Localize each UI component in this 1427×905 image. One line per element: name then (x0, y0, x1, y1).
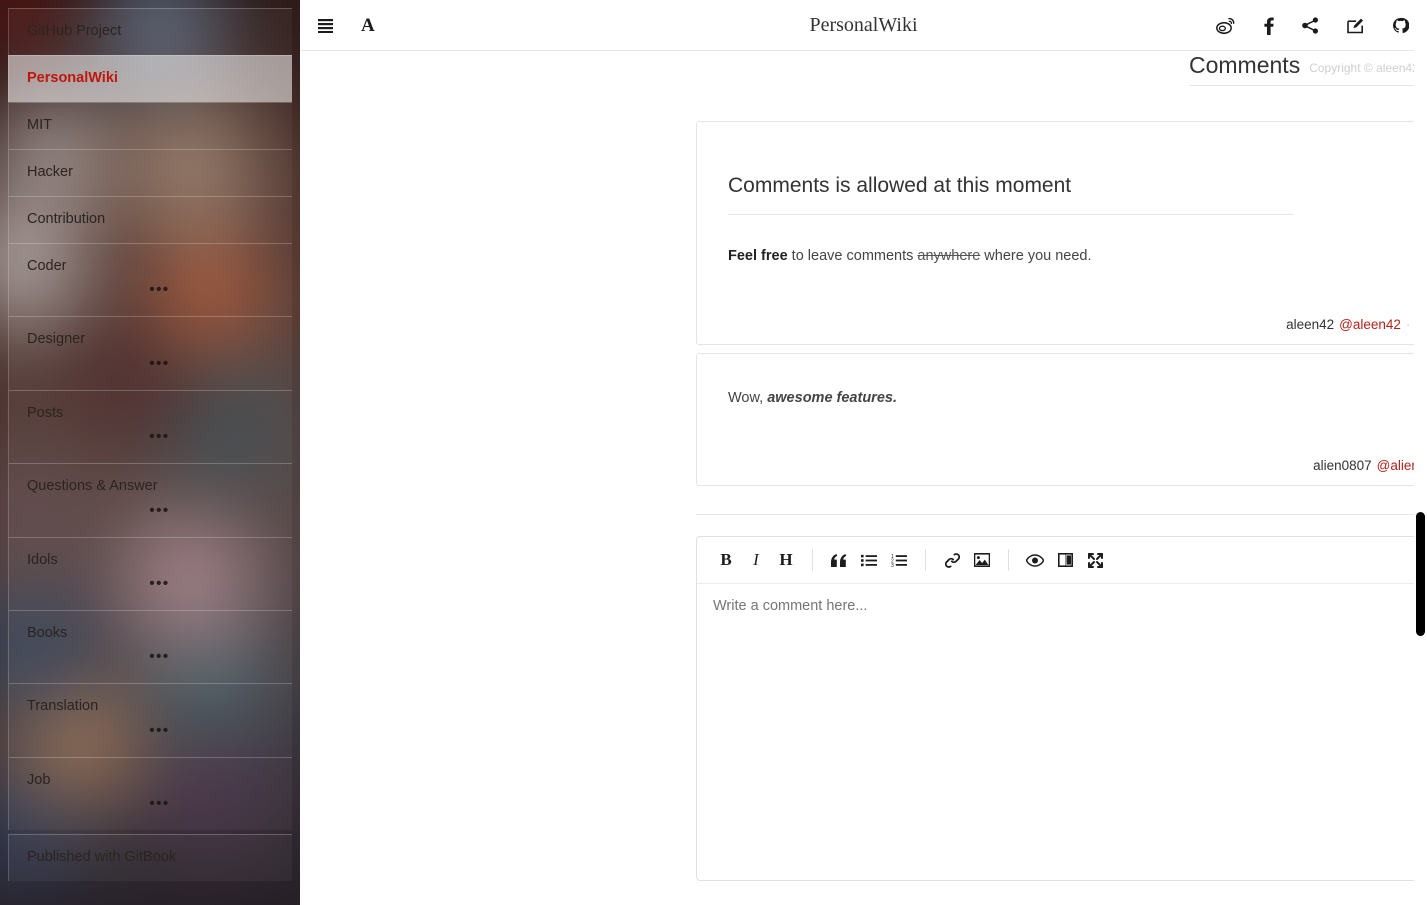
comment-editor: B I H 1 2 3 Write a comment here... (696, 536, 1427, 881)
sidebar-item-label: GitHub Project (27, 23, 122, 39)
sidebar-item-mit[interactable]: MIT (8, 102, 292, 149)
comment-body-end: where you need. (980, 248, 1092, 264)
sidebar-item-label: Translation (27, 698, 99, 715)
comment-body: Wow, awesome features. (728, 390, 897, 406)
preview-eye-icon[interactable] (1020, 545, 1050, 575)
link-icon[interactable] (937, 545, 967, 575)
github-icon[interactable] (1392, 17, 1409, 34)
sidebar-item-label: MIT (27, 117, 52, 133)
top-bar: A PersonalWiki (300, 0, 1427, 51)
sidebar-item-more-indicator: ••• (149, 648, 170, 666)
comment-title: Comments is allowed at this moment (728, 174, 1294, 215)
sidebar: GitHub Project PersonalWiki MIT Hacker Contr… (0, 0, 300, 905)
comment-card: Wow, awesome features. alien0807 @alien0… (696, 353, 1427, 486)
sidebar-item-coder[interactable]: Coder ••• (8, 243, 292, 317)
comment-input[interactable] (697, 584, 1427, 880)
sidebar-item-hacker[interactable]: Hacker (8, 149, 292, 196)
quote-button[interactable] (824, 545, 854, 575)
weibo-icon[interactable] (1216, 17, 1235, 34)
ordered-list-button[interactable]: 1 2 3 (884, 545, 914, 575)
comment-meta: alien0807 @alien0807 · commented 3 days … (1313, 458, 1427, 473)
sidebar-item-github-project[interactable]: GitHub Project (8, 8, 292, 55)
sidebar-item-more-indicator: ••• (149, 574, 170, 592)
sidebar-item-designer[interactable]: Designer ••• (8, 316, 292, 390)
comment-meta: aleen42 @aleen42 · commented 2 days ago (1286, 317, 1427, 332)
sidebar-item-label: Published with GitBook (27, 849, 177, 866)
main-content: A PersonalWiki Comments Copyright © alee… (300, 0, 1427, 905)
sidebar-item-more-indicator: ••• (149, 354, 170, 372)
copyright-prefix: Copyright © aleen42 all right reserved, … (1309, 60, 1427, 75)
sidebar-item-translation[interactable]: Translation ••• (8, 683, 292, 757)
scrollbar-track[interactable] (1414, 0, 1427, 905)
edit-icon[interactable] (1347, 17, 1364, 34)
comments-heading: Comments (1189, 52, 1301, 78)
sidebar-item-label: Idols (27, 551, 58, 568)
sidebar-item-posts[interactable]: Posts ••• (8, 389, 292, 464)
sidebar-item-books[interactable]: Books ••• (8, 609, 292, 684)
sidebar-item-more-indicator: ••• (149, 281, 170, 299)
comment-author: alien0807 (1313, 458, 1372, 473)
sidebar-item-personalwiki[interactable]: PersonalWiki (8, 55, 292, 102)
sidebar-item-label: Designer (27, 331, 86, 348)
sidebar-item-published-with-gitbook[interactable]: Published with GitBook (8, 834, 292, 882)
comment-card: Comments is allowed at this moment Feel … (696, 121, 1427, 345)
meta-separator: · (1405, 317, 1411, 332)
toolbar-separator (925, 549, 926, 571)
divider (696, 514, 1427, 515)
sidebar-item-job[interactable]: Job ••• (8, 756, 292, 831)
toolbar-separator (1008, 549, 1009, 571)
svg-text:3: 3 (891, 563, 894, 567)
comment-body-plain: Wow, (728, 390, 768, 406)
comment-body: Feel free to leave comments anywhere whe… (728, 248, 1092, 264)
comment-body-bold: Feel free (728, 248, 788, 264)
comment-body-mid: to leave comments (787, 248, 918, 264)
font-settings-icon[interactable]: A (361, 16, 375, 35)
hamburger-menu-icon[interactable] (318, 18, 333, 33)
sidebar-item-label: Coder (27, 258, 67, 274)
scrollbar-thumb[interactable] (1416, 512, 1425, 636)
sidebar-item-label: PersonalWiki (27, 70, 118, 86)
bold-button[interactable]: B (711, 545, 741, 575)
sidebar-item-idols[interactable]: Idols ••• (8, 536, 292, 610)
comments-page-header: Comments Copyright © aleen42 all right r… (1189, 54, 1427, 86)
sidebar-item-label: Hacker (27, 164, 73, 180)
image-icon[interactable] (967, 545, 997, 575)
comment-body-strikethrough: anywhere (917, 248, 981, 264)
comment-author: aleen42 (1286, 317, 1335, 332)
italic-button[interactable]: I (741, 545, 771, 575)
sidebar-item-label: Job (27, 771, 51, 788)
top-bar-left-actions: A (318, 0, 375, 51)
sidebar-item-label: Books (27, 624, 68, 641)
sidebar-item-label: Posts (27, 404, 64, 421)
sidebar-item-more-indicator: ••• (149, 501, 170, 519)
top-bar-right-actions (1216, 0, 1409, 51)
fullscreen-icon[interactable] (1080, 545, 1110, 575)
sidebar-item-questions-answer[interactable]: Questions & Answer ••• (8, 463, 292, 537)
share-icon[interactable] (1302, 17, 1319, 34)
sidebar-item-label: Questions & Answer (27, 478, 158, 495)
toolbar-separator (812, 549, 813, 571)
unordered-list-button[interactable] (854, 545, 884, 575)
sidebar-item-more-indicator: ••• (149, 428, 170, 446)
copyright-text: Copyright © aleen42 all right reserved, … (1309, 60, 1427, 77)
side-by-side-icon[interactable] (1050, 545, 1080, 575)
heading-button[interactable]: H (771, 545, 801, 575)
comment-author-handle[interactable]: @aleen42 (1339, 317, 1401, 332)
facebook-icon[interactable] (1263, 17, 1274, 35)
sidebar-item-label: Contribution (27, 211, 106, 227)
sidebar-item-more-indicator: ••• (149, 795, 170, 813)
sidebar-nav-list: GitHub Project PersonalWiki MIT Hacker Contr… (0, 0, 300, 905)
editor-toolbar: B I H 1 2 3 (697, 537, 1427, 584)
comment-body-emphasis: awesome features. (767, 390, 897, 406)
sidebar-item-contribution[interactable]: Contribution (8, 196, 292, 243)
sidebar-item-more-indicator: ••• (149, 721, 170, 739)
